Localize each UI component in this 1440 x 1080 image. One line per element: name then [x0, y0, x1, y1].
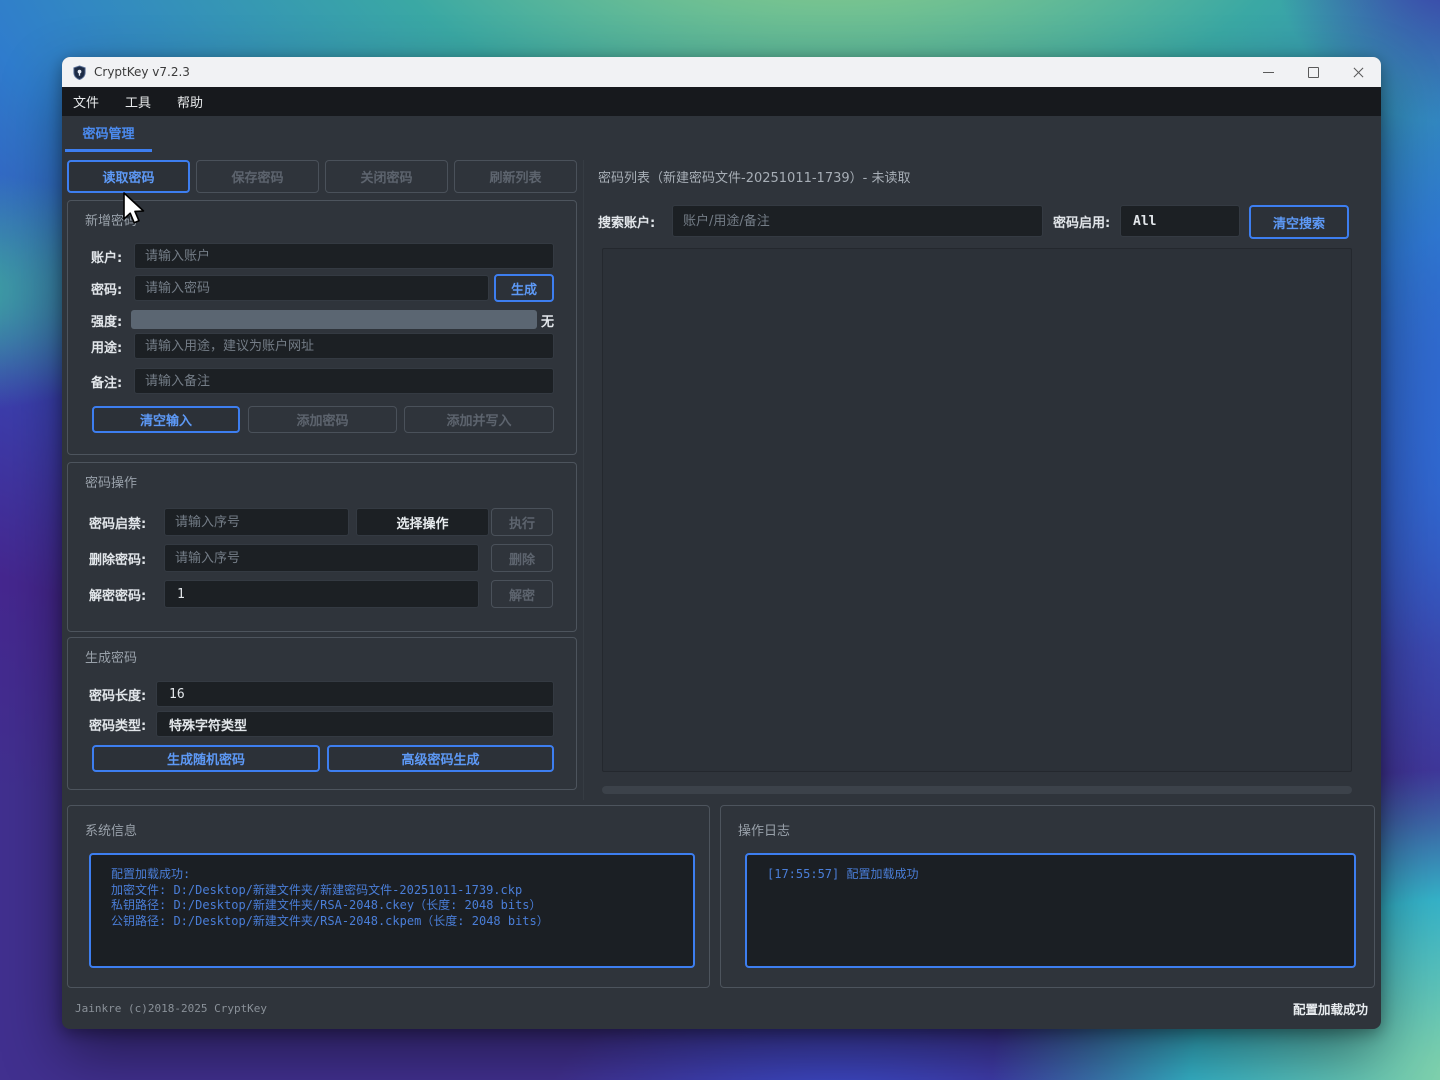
- add-password-button[interactable]: 添加密码: [248, 406, 397, 433]
- operation-log-title: 操作日志: [738, 820, 790, 839]
- clear-search-button[interactable]: 清空搜索: [1249, 205, 1349, 239]
- tab-strip: 密码管理: [62, 116, 1381, 152]
- enabled-filter-select[interactable]: All: [1120, 205, 1240, 237]
- status-bar: Jainkre (c)2018-2025 CryptKey 配置加载成功: [62, 988, 1381, 1029]
- app-window: CryptKey v7.2.3 文件 工具 帮助 密码管理 读取密码 保存密码 …: [62, 57, 1381, 1029]
- password-ops-group-title: 密码操作: [85, 472, 137, 491]
- window-title: CryptKey v7.2.3: [94, 65, 190, 79]
- generate-button[interactable]: 生成: [494, 274, 554, 302]
- window-controls: [1246, 57, 1381, 87]
- note-label: 备注:: [91, 368, 122, 394]
- decrypt-label: 解密密码:: [89, 581, 146, 607]
- strength-value: 无: [541, 307, 554, 333]
- password-list-header: 密码列表（新建密码文件-20251011-1739）- 未读取: [598, 167, 910, 186]
- maximize-icon[interactable]: [1291, 57, 1336, 87]
- operation-log-panel: 操作日志 [17:55:57] 配置加载成功: [720, 805, 1375, 988]
- purpose-label: 用途:: [91, 333, 122, 359]
- account-label: 账户:: [91, 243, 122, 269]
- password-input[interactable]: [134, 275, 489, 301]
- decrypt-button[interactable]: 解密: [491, 580, 553, 608]
- read-password-button[interactable]: 读取密码: [67, 160, 190, 193]
- search-input[interactable]: [672, 205, 1043, 237]
- type-select[interactable]: 特殊字符类型: [156, 711, 554, 737]
- operation-log-box: [17:55:57] 配置加载成功: [745, 853, 1356, 968]
- length-input[interactable]: 16: [156, 681, 554, 707]
- close-icon[interactable]: [1336, 57, 1381, 87]
- enabled-label: 密码启用:: [1053, 208, 1110, 234]
- close-password-button[interactable]: 关闭密码: [325, 160, 448, 193]
- decrypt-serial-input[interactable]: 1: [164, 580, 479, 608]
- system-info-line: 公钥路径: D:/Desktop/新建文件夹/RSA-2048.ckpem（长度…: [111, 914, 673, 930]
- horizontal-scrollbar[interactable]: [602, 786, 1352, 794]
- generate-password-group: 生成密码 密码长度: 16 密码类型: 特殊字符类型 生成随机密码 高级密码生成: [67, 637, 577, 790]
- system-info-line: 加密文件: D:/Desktop/新建文件夹/新建密码文件-20251011-1…: [111, 883, 673, 899]
- panel-splitter[interactable]: [583, 160, 584, 800]
- title-bar: CryptKey v7.2.3: [62, 57, 1381, 87]
- mouse-cursor: [122, 192, 149, 228]
- password-list-table: [602, 248, 1352, 772]
- menu-bar: 文件 工具 帮助: [62, 87, 1381, 116]
- refresh-list-button[interactable]: 刷新列表: [454, 160, 577, 193]
- password-label: 密码:: [91, 275, 122, 301]
- delete-label: 删除密码:: [89, 545, 146, 571]
- app-shield-icon: [72, 65, 87, 80]
- advanced-generate-button[interactable]: 高级密码生成: [327, 745, 554, 772]
- toggle-action-select[interactable]: 选择操作: [356, 508, 489, 536]
- search-label: 搜索账户:: [598, 208, 655, 234]
- delete-button[interactable]: 删除: [491, 544, 553, 572]
- note-input[interactable]: [134, 368, 554, 394]
- password-ops-group: 密码操作 密码启禁: 选择操作 执行 删除密码: 删除 解密密码: 1 解密: [67, 462, 577, 632]
- operation-log-line: [17:55:57] 配置加载成功: [767, 867, 1334, 883]
- execute-button[interactable]: 执行: [491, 508, 553, 536]
- toggle-serial-input[interactable]: [164, 508, 349, 536]
- strength-bar: [131, 310, 537, 329]
- system-info-box: 配置加载成功: 加密文件: D:/Desktop/新建文件夹/新建密码文件-20…: [89, 853, 695, 968]
- system-info-line: 私钥路径: D:/Desktop/新建文件夹/RSA-2048.ckey（长度:…: [111, 898, 673, 914]
- save-password-button[interactable]: 保存密码: [196, 160, 319, 193]
- system-info-panel: 系统信息 配置加载成功: 加密文件: D:/Desktop/新建文件夹/新建密码…: [67, 805, 710, 988]
- length-label: 密码长度:: [89, 681, 146, 707]
- strength-label: 强度:: [91, 307, 122, 333]
- menu-file[interactable]: 文件: [73, 92, 99, 111]
- tab-password-management[interactable]: 密码管理: [65, 116, 152, 152]
- status-copyright: Jainkre (c)2018-2025 CryptKey: [75, 1002, 267, 1015]
- menu-help[interactable]: 帮助: [177, 92, 203, 111]
- type-label: 密码类型:: [89, 711, 146, 737]
- delete-serial-input[interactable]: [164, 544, 479, 572]
- clear-input-button[interactable]: 清空输入: [92, 406, 240, 433]
- system-info-line: 配置加载成功:: [111, 867, 673, 883]
- account-input[interactable]: [134, 243, 554, 269]
- menu-tools[interactable]: 工具: [125, 92, 151, 111]
- system-info-title: 系统信息: [85, 820, 137, 839]
- add-and-write-button[interactable]: 添加并写入: [404, 406, 554, 433]
- new-password-group: 新增密码 账户: 密码: 生成 强度: 无 用途: 备注: 清空输入 添加密码 …: [67, 200, 577, 455]
- status-message: 配置加载成功: [1293, 999, 1368, 1018]
- generate-password-group-title: 生成密码: [85, 647, 137, 666]
- generate-random-button[interactable]: 生成随机密码: [92, 745, 320, 772]
- purpose-input[interactable]: [134, 333, 554, 359]
- toggle-label: 密码启禁:: [89, 509, 146, 535]
- password-list-panel: 密码列表（新建密码文件-20251011-1739）- 未读取 搜索账户: 密码…: [590, 152, 1375, 805]
- minimize-icon[interactable]: [1246, 57, 1291, 87]
